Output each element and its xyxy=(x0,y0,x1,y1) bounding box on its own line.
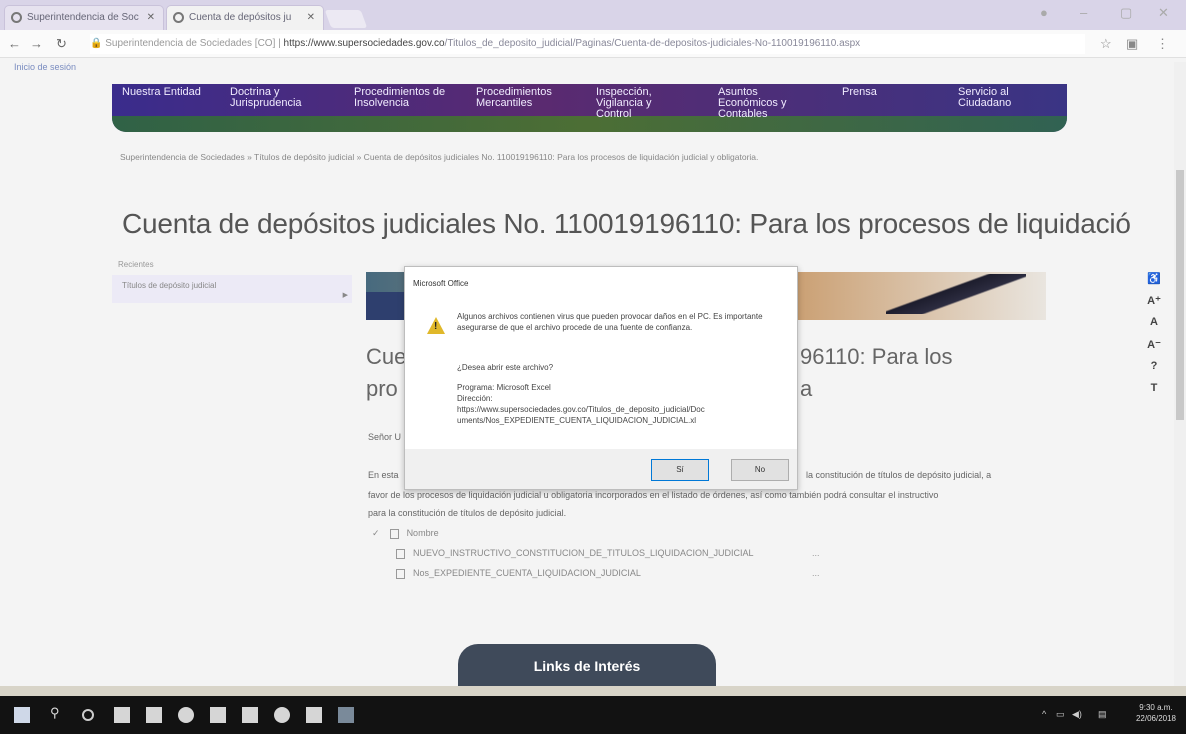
nav-nuestra-entidad[interactable]: Nuestra Entidad xyxy=(122,87,201,98)
dialog-address-cont: uments/Nos_EXPEDIENTE_CUENTA_LIQUIDACION… xyxy=(457,416,697,425)
page-title: Cuenta de depósitos judiciales No. 11001… xyxy=(122,208,1131,239)
nav-prensa[interactable]: Prensa xyxy=(842,87,877,98)
windows-taskbar: ⚲ ^ ▭ ◀) ▤ 9:30 a.m. 22/06/2018 xyxy=(0,696,1186,734)
taskbar-clock[interactable]: 9:30 a.m. 22/06/2018 xyxy=(1136,702,1176,724)
chrome-favicon-icon xyxy=(11,12,22,23)
address-bar-row: ← → ↻ 🔒 Superintendencia de Sociedades [… xyxy=(0,30,1186,58)
extension-icon[interactable]: ▣ xyxy=(1126,36,1138,52)
cortana-icon[interactable] xyxy=(82,709,94,721)
nav-doctrina[interactable]: Doctrina y Jurisprudencia xyxy=(230,87,302,109)
scrollbar-thumb[interactable] xyxy=(1176,170,1184,420)
nav-inspeccion[interactable]: Inspección, Vigilancia y Control xyxy=(596,87,652,120)
url-domain: https://www.supersociedades.gov.co xyxy=(283,38,445,49)
minimize-icon[interactable]: – xyxy=(1080,5,1087,20)
tab-label: Superintendencia de Soc xyxy=(27,12,139,23)
dialog-title: Microsoft Office xyxy=(413,279,469,288)
more-options-icon[interactable]: ... xyxy=(812,568,820,578)
paragraph-line: En esta xyxy=(368,470,399,480)
tab-label: Cuenta de depósitos ju xyxy=(189,12,292,23)
lock-icon: 🔒 xyxy=(90,38,106,49)
site-main-nav: Nuestra Entidad Doctrina y Jurisprudencia… xyxy=(112,84,1067,132)
help-icon[interactable]: ? xyxy=(1138,360,1170,382)
network-icon[interactable]: ▭ xyxy=(1056,709,1065,720)
bookmark-star-icon[interactable]: ☆ xyxy=(1100,36,1112,52)
list-item[interactable]: Nos_EXPEDIENTE_CUENTA_LIQUIDACION_JUDICI… xyxy=(396,568,641,579)
warning-icon: ! xyxy=(427,317,445,334)
decrease-font-icon[interactable]: A⁻ xyxy=(1138,338,1170,360)
yes-button[interactable]: Sí xyxy=(651,459,709,481)
url-path: /Titulos_de_deposito_judicial/Paginas/Cu… xyxy=(444,38,861,49)
office-taskbar-icon[interactable] xyxy=(338,707,354,723)
side-menu: Recientes Títulos de depósito judicial ▶ xyxy=(112,260,352,303)
content-title-right: 96110: Para los xyxy=(800,344,953,369)
paragraph-line: la constitución de títulos de depósito j… xyxy=(806,470,992,480)
chrome-taskbar-icon[interactable] xyxy=(178,707,194,723)
chevron-right-icon: ▶ xyxy=(342,292,348,299)
increase-font-icon[interactable]: A⁺ xyxy=(1138,294,1170,316)
browser-tab-cuenta[interactable]: Cuenta de depósitos ju ✕ xyxy=(166,5,324,30)
breadcrumb[interactable]: Superintendencia de Sociedades » Títulos… xyxy=(120,152,758,162)
accessibility-toolbar: ♿ A⁺ A A⁻ ? T xyxy=(1138,272,1170,404)
paragraph-line: para la constitución de títulos de depós… xyxy=(368,508,567,518)
footer-strip xyxy=(0,686,1186,696)
dialog-question: ¿Desea abrir este archivo? xyxy=(457,363,554,372)
close-window-icon[interactable]: ✕ xyxy=(1158,5,1169,21)
file-list-header: ✓ Nombre xyxy=(372,528,439,539)
app-icon[interactable] xyxy=(274,707,290,723)
links-de-interes-tab[interactable]: Links de Interés xyxy=(458,644,716,688)
dialog-address-label: Dirección: xyxy=(457,394,493,403)
close-tab-icon[interactable]: ✕ xyxy=(147,6,155,29)
contrast-icon[interactable]: T xyxy=(1138,382,1170,404)
paragraph-line: favor de los procesos de liquidación jud… xyxy=(368,490,939,500)
no-button[interactable]: No xyxy=(731,459,789,481)
excel-taskbar-icon[interactable] xyxy=(242,707,258,723)
dialog-address: https://www.supersociedades.gov.co/Titul… xyxy=(457,405,705,414)
browser-tab-bar: Superintendencia de Soc ✕ Cuenta de depó… xyxy=(0,0,1186,30)
sign-in-link[interactable]: Inicio de sesión xyxy=(14,62,76,72)
search-icon[interactable]: ⚲ xyxy=(50,705,66,721)
dialog-program: Programa: Microsoft Excel xyxy=(457,383,551,392)
back-arrow-icon[interactable]: ← xyxy=(8,36,21,51)
site-identity: Superintendencia de Sociedades [CO] xyxy=(105,38,276,49)
nav-insolvencia[interactable]: Procedimientos de Insolvencia xyxy=(354,87,445,109)
chrome-favicon-icon xyxy=(173,12,184,23)
salutation: Señor U xyxy=(368,432,402,442)
menu-kebab-icon[interactable]: ⋮ xyxy=(1156,36,1169,52)
side-menu-item[interactable]: Títulos de depósito judicial ▶ xyxy=(112,275,352,303)
security-warning-dialog: Microsoft Office ! Algunos archivos cont… xyxy=(404,266,798,490)
more-options-icon[interactable]: ... xyxy=(812,548,820,558)
url-input[interactable]: 🔒 Superintendencia de Sociedades [CO] | … xyxy=(90,34,1085,54)
show-hidden-icons-icon[interactable]: ^ xyxy=(1042,709,1046,719)
browser-tab-supersociedades[interactable]: Superintendencia de Soc ✕ xyxy=(4,5,164,30)
side-menu-heading: Recientes xyxy=(118,260,154,269)
nav-mercantiles[interactable]: Procedimientos Mercantiles xyxy=(476,87,552,109)
document-icon xyxy=(389,528,399,539)
windows-start-icon[interactable] xyxy=(14,707,30,723)
reset-font-icon[interactable]: A xyxy=(1138,316,1170,338)
notifications-icon[interactable]: ▤ xyxy=(1098,709,1107,720)
excel-file-icon xyxy=(396,548,405,559)
forward-arrow-icon[interactable]: → xyxy=(30,36,43,51)
accessibility-icon[interactable]: ♿ xyxy=(1138,272,1170,294)
profile-icon[interactable]: ● xyxy=(1040,5,1048,20)
maximize-icon[interactable]: ▢ xyxy=(1120,5,1132,21)
file-explorer-icon[interactable] xyxy=(210,707,226,723)
new-tab-button[interactable] xyxy=(324,10,368,28)
content-title-right: a xyxy=(800,376,813,401)
content-title-left: Cue xyxy=(366,344,407,369)
reload-icon[interactable]: ↻ xyxy=(56,36,67,52)
close-tab-icon[interactable]: ✕ xyxy=(307,6,315,29)
dialog-message: Algunos archivos contienen virus que pue… xyxy=(457,312,763,332)
content-title-left: pro xyxy=(366,376,398,401)
chevron-down-icon[interactable]: ✓ xyxy=(372,528,380,538)
volume-icon[interactable]: ◀) xyxy=(1072,709,1082,720)
task-view-icon[interactable] xyxy=(114,707,130,723)
excel-file-icon xyxy=(396,568,405,579)
list-item[interactable]: NUEVO_INSTRUCTIVO_CONSTITUCION_DE_TITULO… xyxy=(396,548,754,559)
nav-servicio[interactable]: Servicio al Ciudadano xyxy=(958,87,1011,109)
dialog-footer: Sí No xyxy=(405,449,797,489)
word-taskbar-icon[interactable] xyxy=(306,707,322,723)
store-icon[interactable] xyxy=(146,707,162,723)
nav-asuntos[interactable]: Asuntos Económicos y Contables xyxy=(718,87,786,120)
